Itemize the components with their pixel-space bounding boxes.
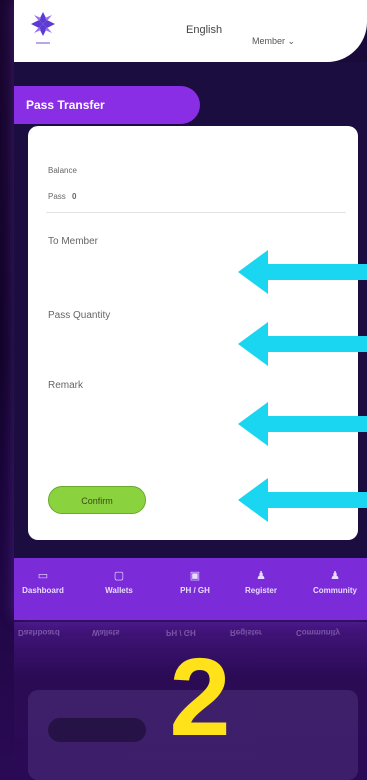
divider — [46, 212, 346, 213]
reflection-label-community: Community — [296, 628, 340, 637]
pass-quantity-label: Pass Quantity — [48, 310, 111, 321]
member-menu[interactable]: Member ⌄ — [252, 36, 295, 47]
bottom-navigation: ▭ Dashboard ▢ Wallets ▣ PH / GH ♟ Regist… — [14, 558, 367, 620]
register-user-icon: ♟ — [256, 570, 266, 582]
nav-item-dashboard[interactable]: ▭ Dashboard — [8, 566, 78, 595]
top-bar: English Member ⌄ — [14, 0, 367, 62]
logo-icon — [31, 12, 55, 44]
wallet-icon: ▢ — [113, 570, 125, 582]
arrow-remark-icon — [238, 402, 367, 446]
confirm-button[interactable]: Confirm — [48, 486, 146, 514]
remark-input[interactable] — [48, 396, 228, 420]
nav-item-ph-gh[interactable]: ▣ PH / GH — [160, 566, 230, 595]
pass-label: Pass — [48, 192, 66, 201]
to-member-input[interactable] — [48, 252, 228, 276]
nav-item-wallets[interactable]: ▢ Wallets — [84, 566, 154, 595]
reflection-label-dashboard: Dashboard — [18, 628, 60, 637]
pass-quantity-input[interactable] — [48, 326, 228, 350]
nav-item-community[interactable]: ♟ Community — [300, 566, 367, 595]
pass-balance: Pass 0 — [48, 192, 76, 201]
arrow-confirm-icon — [238, 478, 367, 522]
arrow-to-member-icon — [238, 250, 367, 294]
page-title: Pass Transfer — [14, 86, 200, 124]
language-selector[interactable]: English — [186, 24, 222, 36]
reflection-confirm-pill — [48, 718, 146, 742]
nav-item-register[interactable]: ♟ Register — [226, 566, 296, 595]
arrow-pass-quantity-icon — [238, 322, 367, 366]
remark-label: Remark — [48, 380, 84, 391]
pass-value: 0 — [72, 192, 77, 201]
dashboard-icon: ▭ — [37, 570, 49, 582]
to-member-label: To Member — [48, 236, 99, 247]
balance-label: Balance — [48, 166, 77, 175]
reflection-label-wallets: Wallets — [92, 628, 120, 637]
ph-gh-icon: ▣ — [189, 570, 201, 582]
community-icon: ♟ — [330, 570, 340, 582]
step-number: 2 — [169, 636, 231, 759]
